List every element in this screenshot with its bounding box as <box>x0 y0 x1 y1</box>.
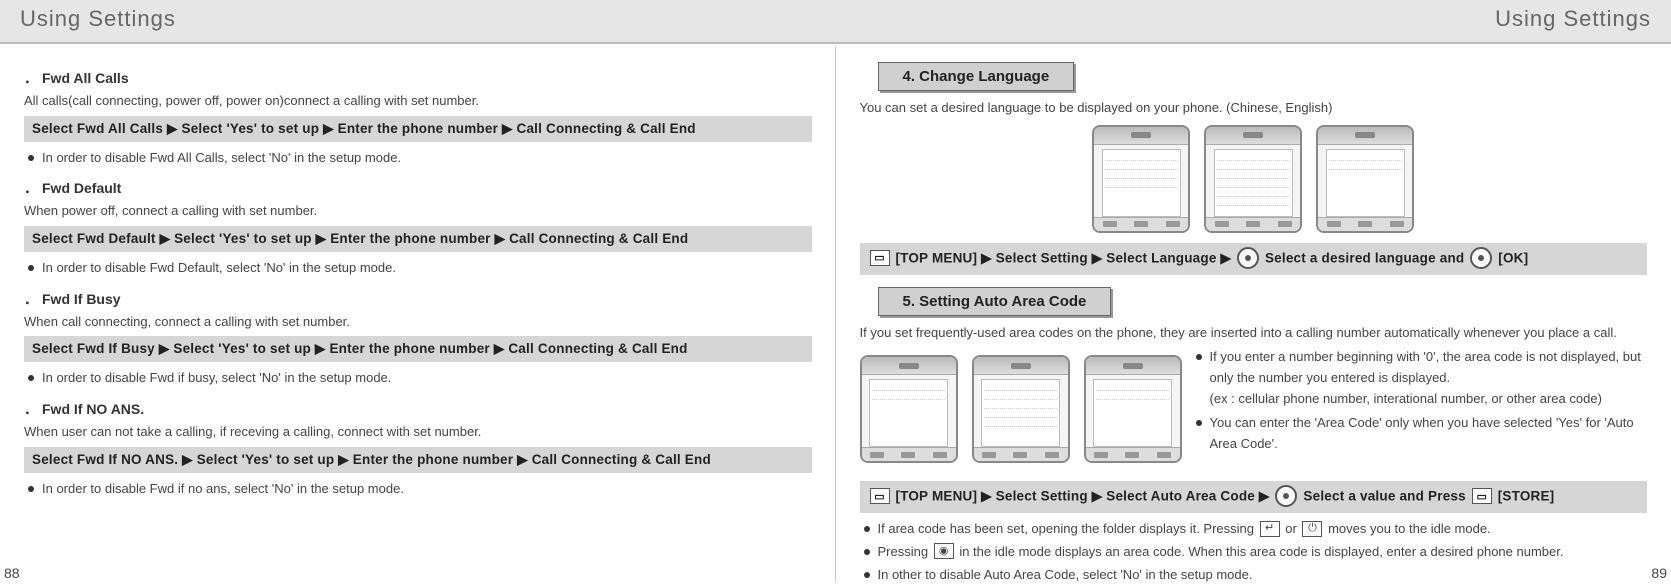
section-5-notes: If you enter a number beginning with '0'… <box>1192 347 1648 473</box>
fwd-all-calls-heading: ．Fwd All Calls <box>24 68 812 88</box>
section-5-screenshots <box>860 355 1182 463</box>
header-title-left: Using Settings <box>20 6 176 32</box>
section-5-body: If you enter a number beginning with '0'… <box>860 347 1648 473</box>
left-column: ．Fwd All Calls All calls(call connecting… <box>0 44 836 587</box>
section-5-bullet-2: Pressing ◉ in the idle mode displays an … <box>860 542 1648 563</box>
page-header: Using Settings Using Settings <box>0 0 1671 44</box>
fwd-if-busy-instruction: Select Fwd If Busy ▶ Select 'Yes' to set… <box>24 336 812 362</box>
softkey-icon: ▭ <box>870 250 890 266</box>
right-column: 4. Change Language You can set a desired… <box>836 44 1671 587</box>
phone-mock <box>1092 125 1190 233</box>
section-4-instruction: ▭ [TOP MENU] ▶ Select Setting ▶ Select L… <box>860 243 1648 275</box>
bullet-icon <box>864 526 870 532</box>
fwd-default-desc: When power off, connect a calling with s… <box>24 202 812 220</box>
phone-mock <box>1204 125 1302 233</box>
note-area-code-yes: You can enter the 'Area Code' only when … <box>1192 413 1648 455</box>
bullet-icon <box>28 265 34 271</box>
fwd-default-instruction: Select Fwd Default ▶ Select 'Yes' to set… <box>24 226 812 252</box>
phone-mock <box>1316 125 1414 233</box>
section-5-instruction: ▭ [TOP MENU] ▶ Select Setting ▶ Select A… <box>860 481 1648 513</box>
bullet-icon <box>1196 420 1202 426</box>
nav-key-icon: ◉ <box>934 543 954 559</box>
header-title-right: Using Settings <box>1495 6 1651 32</box>
fwd-default-note: In order to disable Fwd Default, select … <box>24 258 812 279</box>
ok-button-icon <box>1470 247 1492 269</box>
fwd-all-calls-instruction: Select Fwd All Calls ▶ Select 'Yes' to s… <box>24 116 812 142</box>
fwd-if-no-ans-desc: When user can not take a calling, if rec… <box>24 423 812 441</box>
nav-wheel-icon <box>1275 485 1297 507</box>
softkey-icon: ▭ <box>870 488 890 504</box>
column-divider <box>835 46 836 583</box>
fwd-if-busy-note: In order to disable Fwd if busy, select … <box>24 368 812 389</box>
section-5-bullet-1: If area code has been set, opening the f… <box>860 519 1648 540</box>
phone-mock <box>972 355 1070 463</box>
fwd-default-heading: ．Fwd Default <box>24 178 812 198</box>
end-key-icon: ↵ <box>1260 521 1280 537</box>
page-numbers: 88 89 <box>0 565 1671 581</box>
softkey-icon: ▭ <box>1472 488 1492 504</box>
fwd-all-calls-desc: All calls(call connecting, power off, po… <box>24 92 812 110</box>
phone-mock <box>1084 355 1182 463</box>
note-area-code-zero: If you enter a number beginning with '0'… <box>1192 347 1648 409</box>
bullet-icon <box>1196 354 1202 360</box>
fwd-if-no-ans-instruction: Select Fwd If NO ANS. ▶ Select 'Yes' to … <box>24 447 812 473</box>
bullet-icon <box>864 549 870 555</box>
bullet-icon <box>28 486 34 492</box>
bullet-icon <box>28 155 34 161</box>
page-number-left: 88 <box>4 565 20 581</box>
section-5-desc: If you set frequently-used area codes on… <box>860 324 1648 342</box>
section-4-tab: 4. Change Language <box>878 62 1075 91</box>
fwd-if-busy-desc: When call connecting, connect a calling … <box>24 313 812 331</box>
fwd-if-no-ans-note: In order to disable Fwd if no ans, selec… <box>24 479 812 500</box>
fwd-if-busy-heading: ．Fwd If Busy <box>24 289 812 309</box>
power-key-icon: ⏻ <box>1302 521 1322 537</box>
section-4-screenshots <box>860 125 1648 233</box>
bullet-icon <box>28 375 34 381</box>
fwd-all-calls-note: In order to disable Fwd All Calls, selec… <box>24 148 812 169</box>
fwd-if-no-ans-heading: ．Fwd If NO ANS. <box>24 399 812 419</box>
section-4-desc: You can set a desired language to be dis… <box>860 99 1648 117</box>
phone-mock <box>860 355 958 463</box>
section-5-tab: 5. Setting Auto Area Code <box>878 287 1112 316</box>
page-number-right: 89 <box>1651 565 1667 581</box>
nav-wheel-icon <box>1237 247 1259 269</box>
